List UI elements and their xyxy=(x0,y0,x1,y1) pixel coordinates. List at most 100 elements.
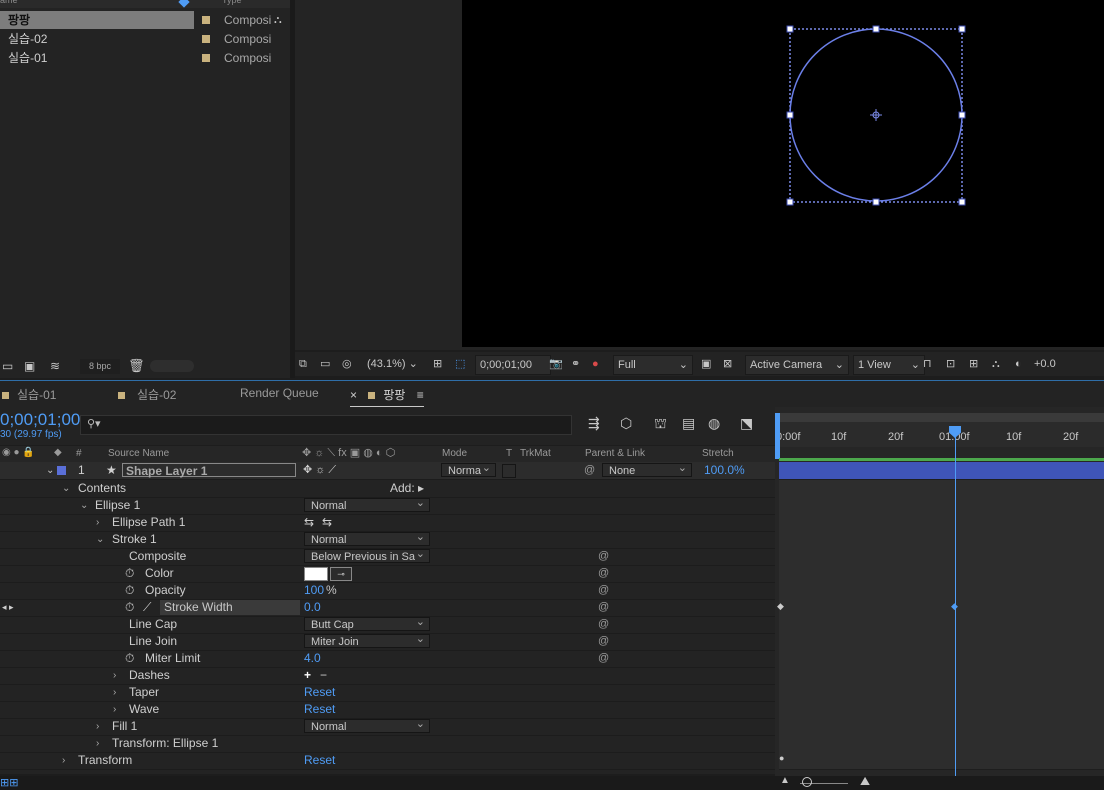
time-ruler[interactable]: 0:00f 10f 20f 01:00f 10f 20f xyxy=(776,413,1104,447)
prop-transform[interactable]: › Transform Reset xyxy=(0,752,775,770)
layer-search-input[interactable]: ⚲▾ xyxy=(80,415,572,435)
chevron-right-icon[interactable]: › xyxy=(62,752,65,769)
prop-color[interactable]: ⏱ Color ⊸ @ xyxy=(0,565,775,583)
motion-blur-icon[interactable]: ◍ xyxy=(708,415,720,432)
sort-icon[interactable] xyxy=(178,0,190,8)
resolution-dropdown[interactable]: Full ⌄ xyxy=(613,355,693,375)
tab-pangpang[interactable]: × 팡팡 ≡ xyxy=(350,386,424,408)
flowchart-icon[interactable]: ⛬ xyxy=(274,11,282,29)
expression-pickwhip-icon[interactable]: @ xyxy=(598,565,609,582)
anchor-point-icon[interactable] xyxy=(870,109,882,121)
zoom-slider-thumb[interactable] xyxy=(802,777,812,787)
chevron-right-icon[interactable]: › xyxy=(96,718,99,735)
frame-blending-icon[interactable]: ▤ xyxy=(682,415,695,432)
trkmat-column[interactable]: TrkMat xyxy=(520,448,551,459)
chevron-right-icon[interactable]: › xyxy=(113,701,116,718)
shy-layers-icon[interactable]: ⛫ xyxy=(654,415,667,434)
tab-sil-01[interactable]: 실습-01 xyxy=(2,386,56,403)
stopwatch-icon[interactable]: ⏱ xyxy=(125,650,134,667)
prop-contents[interactable]: ⌄ Contents Add: ▸ xyxy=(0,480,775,498)
stopwatch-icon[interactable]: ⏱ xyxy=(125,565,134,582)
layer-name[interactable]: Shape Layer 1 xyxy=(122,463,296,478)
toggle-switches-icon[interactable]: ⊞⊞ xyxy=(0,776,18,789)
label-swatch[interactable] xyxy=(57,466,66,475)
panel-menu-icon[interactable]: ≡ xyxy=(417,388,424,402)
taper-reset-link[interactable]: Reset xyxy=(304,684,335,701)
composition-flowchart-icon[interactable]: ⇶ xyxy=(588,415,600,432)
prop-wave[interactable]: › Wave Reset xyxy=(0,701,775,719)
transform-keyframe-dot-icon[interactable]: ● xyxy=(779,753,784,763)
composite-dropdown[interactable]: Below Previous in Sa xyxy=(304,547,430,563)
ellipse-mode-dropdown[interactable]: Normal xyxy=(304,496,430,512)
prop-line-join[interactable]: Line Join Miter Join @ xyxy=(0,632,775,651)
interpret-footage-icon[interactable]: ≋ xyxy=(50,359,60,373)
zoom-out-icon[interactable]: ▲ xyxy=(780,775,790,786)
mode-column[interactable]: Mode xyxy=(442,448,467,459)
prop-miter-limit[interactable]: ⏱ Miter Limit 4.0 @ xyxy=(0,650,775,668)
stretch-column[interactable]: Stretch xyxy=(702,448,734,459)
opacity-value[interactable]: 100 xyxy=(304,582,324,599)
tab-render-queue[interactable]: Render Queue xyxy=(240,386,319,400)
eyedropper-icon[interactable]: ⊸ xyxy=(330,567,352,581)
chevron-down-icon[interactable]: ⌄ xyxy=(62,480,70,497)
color-swatch[interactable] xyxy=(304,567,328,581)
prop-taper[interactable]: › Taper Reset xyxy=(0,684,775,702)
transparency-grid-icon[interactable]: ⊠ xyxy=(723,355,732,373)
draft-3d-icon[interactable]: ⬡ xyxy=(620,415,632,432)
stopwatch-active-icon[interactable]: ⏱ xyxy=(125,599,134,616)
region-of-interest-icon[interactable]: ⬚ xyxy=(455,355,465,373)
channel-icon[interactable]: ● xyxy=(592,355,599,373)
source-name-column[interactable]: Source Name xyxy=(108,448,169,459)
close-icon[interactable]: × xyxy=(350,388,357,402)
add-dash-icon[interactable]: + xyxy=(304,667,311,684)
parent-dropdown[interactable]: None xyxy=(602,461,692,477)
prop-stroke-width[interactable]: ◂ ▸ ⏱ ⟋ Stroke Width 0.0 @ xyxy=(0,599,775,617)
show-snapshot-icon[interactable]: ⚭ xyxy=(571,355,580,373)
layer-duration-bar[interactable] xyxy=(779,462,1104,480)
stopwatch-icon[interactable]: ⏱ xyxy=(125,582,134,599)
transform-reset-link[interactable]: Reset xyxy=(304,752,335,769)
line-join-dropdown[interactable]: Miter Join xyxy=(304,632,430,648)
path-direction-icon[interactable]: ⇆ xyxy=(304,514,314,531)
layer-switches[interactable]: ✥ ☼ ⟋ xyxy=(303,462,336,479)
prop-ellipse-1[interactable]: ⌄ Ellipse 1 Normal xyxy=(0,496,775,515)
always-preview-icon[interactable]: ⧉ xyxy=(299,355,307,373)
chevron-down-icon[interactable]: ⌄ xyxy=(46,462,54,479)
prop-opacity[interactable]: ⏱ Opacity 100 % @ xyxy=(0,582,775,600)
line-cap-dropdown[interactable]: Butt Cap xyxy=(304,615,430,631)
work-area-start-handle[interactable] xyxy=(775,413,780,459)
project-type-header[interactable]: Type xyxy=(222,0,242,5)
fill-mode-dropdown[interactable]: Normal xyxy=(304,717,430,733)
exposure-icon[interactable]: ◐ xyxy=(1015,355,1022,373)
number-column[interactable]: # xyxy=(76,448,82,459)
chevron-right-icon[interactable]: › xyxy=(96,735,99,752)
expression-pickwhip-icon[interactable]: @ xyxy=(598,633,609,650)
prop-transform-ellipse[interactable]: › Transform: Ellipse 1 xyxy=(0,735,775,753)
camera-dropdown[interactable]: Active Camera ⌄ xyxy=(745,355,849,375)
views-dropdown[interactable]: 1 View ⌄ xyxy=(853,355,925,375)
layer-row[interactable]: ⌄ 1 ★ Shape Layer 1 ✥ ☼ ⟋ Norma @ None 1… xyxy=(0,461,775,480)
chevron-right-icon[interactable]: › xyxy=(96,514,99,531)
bpc-button[interactable]: 8 bpc xyxy=(80,359,120,374)
stroke-width-value[interactable]: 0.0 xyxy=(304,599,321,616)
switches-icons[interactable]: ✥ ☼ ⟍ fx ▣ ◍ ◐ ⬡ xyxy=(302,446,395,460)
trash-icon[interactable]: 🗑 xyxy=(128,358,145,374)
fast-preview-icon[interactable]: ▣ xyxy=(701,355,711,373)
wave-reset-link[interactable]: Reset xyxy=(304,701,335,718)
expression-pickwhip-icon[interactable]: @ xyxy=(598,548,609,565)
chevron-down-icon[interactable]: ⌄ xyxy=(96,531,104,548)
expression-pickwhip-icon[interactable]: @ xyxy=(598,616,609,633)
stretch-value[interactable]: 100.0% xyxy=(704,462,745,479)
trkmat-toggle[interactable] xyxy=(502,464,516,478)
current-timecode[interactable]: 0;00;01;00 xyxy=(0,410,80,430)
prop-dashes[interactable]: › Dashes + − xyxy=(0,667,775,685)
monitor-icon[interactable]: ▭ xyxy=(320,355,330,373)
layer-mode-dropdown[interactable]: Norma xyxy=(441,461,496,477)
remove-dash-icon[interactable]: − xyxy=(320,667,327,684)
chevron-right-icon[interactable]: › xyxy=(113,684,116,701)
pickwhip-icon[interactable]: @ xyxy=(584,462,595,479)
work-area-bar[interactable] xyxy=(779,413,1104,422)
grid-icon[interactable]: ⊞ xyxy=(433,355,442,373)
new-comp-icon[interactable]: ▣ xyxy=(24,359,35,373)
chevron-down-icon[interactable]: ⌄ xyxy=(80,497,88,514)
